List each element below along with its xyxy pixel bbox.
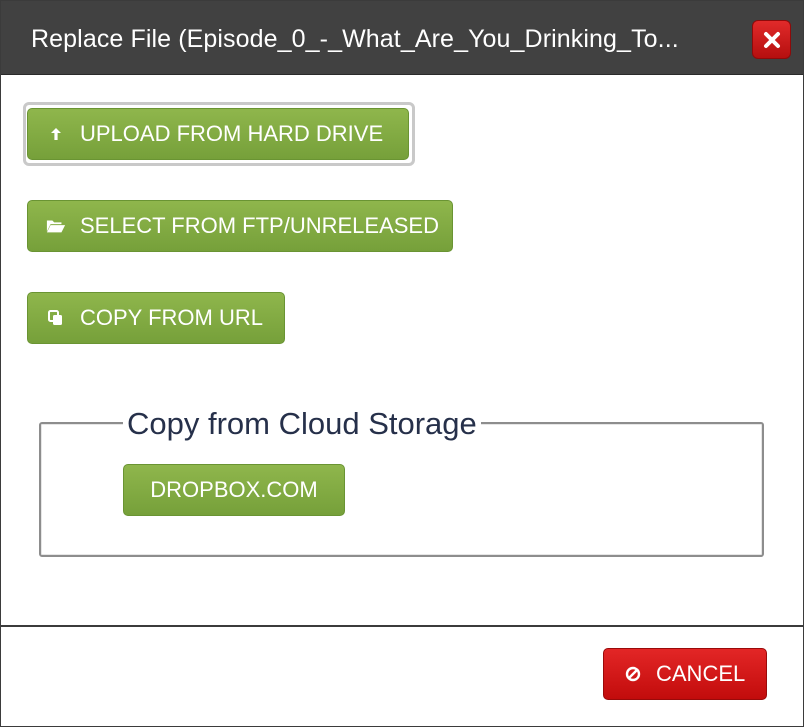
select-from-ftp-button[interactable]: SELECT FROM FTP/UNRELEASED [27, 200, 453, 252]
cancel-button[interactable]: CANCEL [603, 648, 767, 700]
ban-icon [624, 665, 642, 683]
dropbox-button[interactable]: DROPBOX.COM [123, 464, 345, 516]
arrow-up-icon [46, 124, 66, 144]
dialog-title: Replace File (Episode_0_-_What_Are_You_D… [31, 25, 679, 53]
close-icon [763, 31, 780, 48]
upload-from-hard-drive-button[interactable]: UPLOAD FROM HARD DRIVE [27, 108, 409, 160]
cancel-button-label: CANCEL [656, 661, 746, 686]
upload-button-label: UPLOAD FROM HARD DRIVE [80, 121, 384, 146]
cloud-storage-legend: Copy from Cloud Storage [123, 406, 481, 442]
dialog-titlebar: Replace File (Episode_0_-_What_Are_You_D… [1, 1, 803, 75]
copy-icon [46, 308, 66, 328]
folder-open-icon [46, 216, 66, 236]
ftp-button-label: SELECT FROM FTP/UNRELEASED [80, 213, 439, 238]
copy-from-url-button[interactable]: COPY FROM URL [27, 292, 285, 344]
dropbox-button-label: DROPBOX.COM [150, 477, 318, 502]
url-button-label: COPY FROM URL [80, 305, 263, 330]
footer-divider [1, 625, 803, 627]
close-button[interactable] [752, 20, 791, 59]
replace-file-dialog: Replace File (Episode_0_-_What_Are_You_D… [0, 0, 804, 727]
